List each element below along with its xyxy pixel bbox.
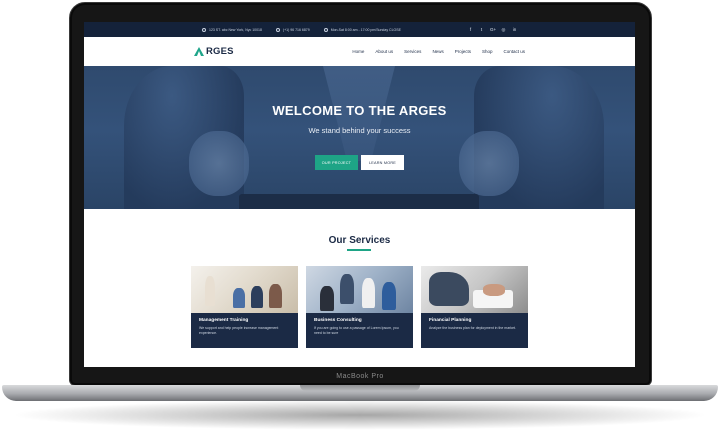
top-info-bar: 123 ST. abc New York, Nyc 10018 (+1) 96 … (84, 22, 635, 37)
menu-item-news[interactable]: News (432, 49, 443, 54)
instagram-icon[interactable]: ◎ (501, 27, 506, 32)
main-menu: Home About us Services News Projects Sho… (352, 49, 525, 54)
photo-person (320, 286, 334, 311)
photo-person (362, 278, 375, 308)
address-info: 123 ST. abc New York, Nyc 10018 (202, 27, 262, 32)
hours-info: Mon-Sat 8:00 am - 17:00 pm/Sunday CLOSE (323, 27, 401, 32)
hero-title: WELCOME TO THE ARGES (272, 103, 447, 118)
photo-person (269, 284, 282, 308)
menu-item-contact[interactable]: Contact us (503, 49, 525, 54)
service-card-consulting[interactable]: Business Consulting If you are going to … (306, 266, 413, 348)
phone-icon (275, 27, 280, 32)
laptop-brand-label: MacBook Pro (336, 373, 384, 380)
service-card-body: Management Training We support and help … (191, 313, 298, 348)
service-card-text: Analyze the business plan for deployment… (429, 326, 516, 330)
location-icon (202, 27, 206, 32)
address-text: 123 ST. abc New York, Nyc 10018 (209, 27, 262, 32)
planning-photo (421, 266, 528, 313)
menu-item-services[interactable]: Services (404, 49, 421, 54)
logo-a-mark-icon (194, 47, 205, 56)
twitter-icon[interactable]: t (479, 27, 484, 32)
hero-buttons: Our Project Learn More (84, 155, 635, 170)
service-card-text: If you are going to use a passage of Lor… (314, 326, 399, 335)
laptop-shadow (10, 400, 710, 430)
our-project-button[interactable]: Our Project (315, 155, 358, 170)
service-card-text: We support and help people increase mana… (199, 326, 279, 335)
laptop-opening-notch (300, 385, 420, 391)
photo-person (382, 282, 396, 310)
menu-item-projects[interactable]: Projects (455, 49, 471, 54)
clock-icon (323, 27, 328, 32)
service-card-title: Management Training (199, 318, 249, 323)
service-card-body: Business Consulting If you are going to … (306, 313, 413, 348)
phone-info: (+1) 96 716 6879 (275, 27, 310, 32)
service-card-body: Financial Planning Analyze the business … (421, 313, 528, 348)
learn-more-button[interactable]: Learn More (361, 155, 404, 170)
training-photo (191, 266, 298, 313)
service-card-planning[interactable]: Financial Planning Analyze the business … (421, 266, 528, 348)
hero-background-tablet (239, 194, 479, 209)
photo-person (233, 288, 245, 308)
services-heading-underline (347, 249, 371, 251)
service-card-title: Business Consulting (314, 318, 362, 323)
linkedin-icon[interactable]: in (512, 27, 517, 32)
service-card-training[interactable]: Management Training We support and help … (191, 266, 298, 348)
logo-text: RGES (206, 46, 234, 57)
photo-person (340, 274, 354, 304)
services-cards: Management Training We support and help … (191, 266, 529, 348)
photo-person (429, 272, 469, 306)
hours-text: Mon-Sat 8:00 am - 17:00 pm/Sunday CLOSE (330, 27, 401, 32)
menu-item-home[interactable]: Home (352, 49, 364, 54)
main-navbar: RGES Home About us Services News Project… (84, 37, 635, 66)
phone-text: (+1) 96 716 6879 (282, 27, 310, 32)
hero-subtitle: We stand behind your success (308, 126, 411, 135)
services-heading: Our Services (328, 235, 391, 246)
photo-person (251, 286, 263, 308)
site-logo[interactable]: RGES (194, 46, 234, 57)
social-links: f t G+ ◎ in (468, 27, 517, 32)
google-plus-icon[interactable]: G+ (490, 27, 496, 32)
menu-item-shop[interactable]: Shop (482, 49, 493, 54)
hero-banner: WELCOME TO THE ARGES We stand behind you… (84, 66, 635, 209)
photo-person (205, 276, 215, 306)
menu-item-about[interactable]: About us (375, 49, 393, 54)
consulting-photo (306, 266, 413, 313)
photo-hand (483, 284, 505, 296)
facebook-icon[interactable]: f (468, 27, 473, 32)
laptop-screen: 123 ST. abc New York, Nyc 10018 (+1) 96 … (84, 22, 635, 367)
service-card-title: Financial Planning (429, 318, 472, 323)
